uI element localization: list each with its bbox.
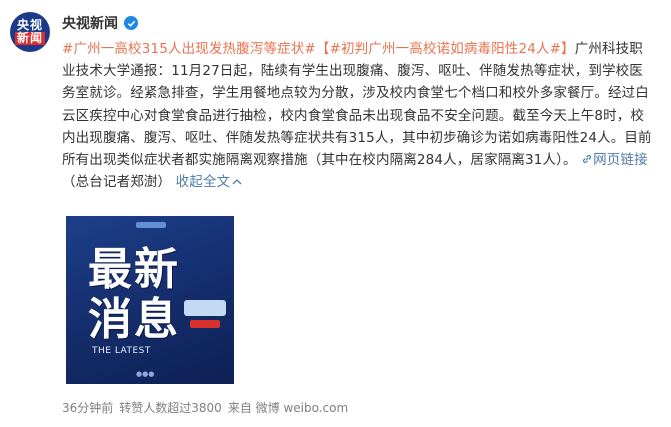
repost-count: 转赞人数超过3800 bbox=[119, 401, 222, 415]
verified-icon bbox=[124, 16, 138, 30]
cctv-badge-icon bbox=[184, 300, 226, 316]
post-body: #广州一高校315人出现发热腹泻等症状#【#初判广州一高校诺如病毒阳性24人#】… bbox=[62, 38, 652, 193]
watermark-icon: ●●● bbox=[136, 370, 155, 378]
post-time[interactable]: 36分钟前 bbox=[62, 399, 113, 416]
web-link-label: 网页链接 bbox=[593, 152, 648, 169]
avatar-line-2: 新闻 bbox=[14, 31, 45, 45]
avatar[interactable]: 央视 新闻 bbox=[10, 12, 50, 52]
image-headline-bottom: 消息 bbox=[88, 294, 180, 345]
post-header: 央视新闻 bbox=[62, 12, 138, 34]
image-subtitle: THE LATEST bbox=[92, 346, 151, 356]
post-image[interactable]: 最新 消息 THE LATEST ●●● bbox=[66, 216, 234, 384]
post-source[interactable]: 来自 微博 weibo.com bbox=[228, 399, 348, 416]
web-link[interactable]: 网页链接 bbox=[581, 152, 648, 168]
chevron-up-icon bbox=[232, 179, 242, 185]
hashtag-link[interactable]: 【#初判广州一高校诺如病毒阳性24人#】 bbox=[316, 41, 575, 57]
news-badge-icon bbox=[190, 320, 220, 328]
post-text-body: 广州科技职业技术大学通报：11月27日起，陆续有学生出现腹痛、腹泻、呕吐、伴随发… bbox=[62, 41, 652, 169]
reporter-credit: （总台记者郑澍） bbox=[62, 174, 172, 191]
collapse-button[interactable]: 收起全文 bbox=[176, 174, 243, 190]
hashtag-link[interactable]: #广州一高校315人出现发热腹泻等症状# bbox=[62, 41, 316, 57]
link-icon bbox=[583, 154, 592, 164]
collapse-label: 收起全文 bbox=[175, 174, 231, 191]
channel-logo-icon bbox=[136, 222, 166, 228]
image-headline-top: 最新 bbox=[88, 244, 180, 295]
post-footer: 36分钟前 转赞人数超过3800 来自 微博 weibo.com bbox=[62, 399, 348, 416]
account-name[interactable]: 央视新闻 bbox=[62, 13, 118, 33]
